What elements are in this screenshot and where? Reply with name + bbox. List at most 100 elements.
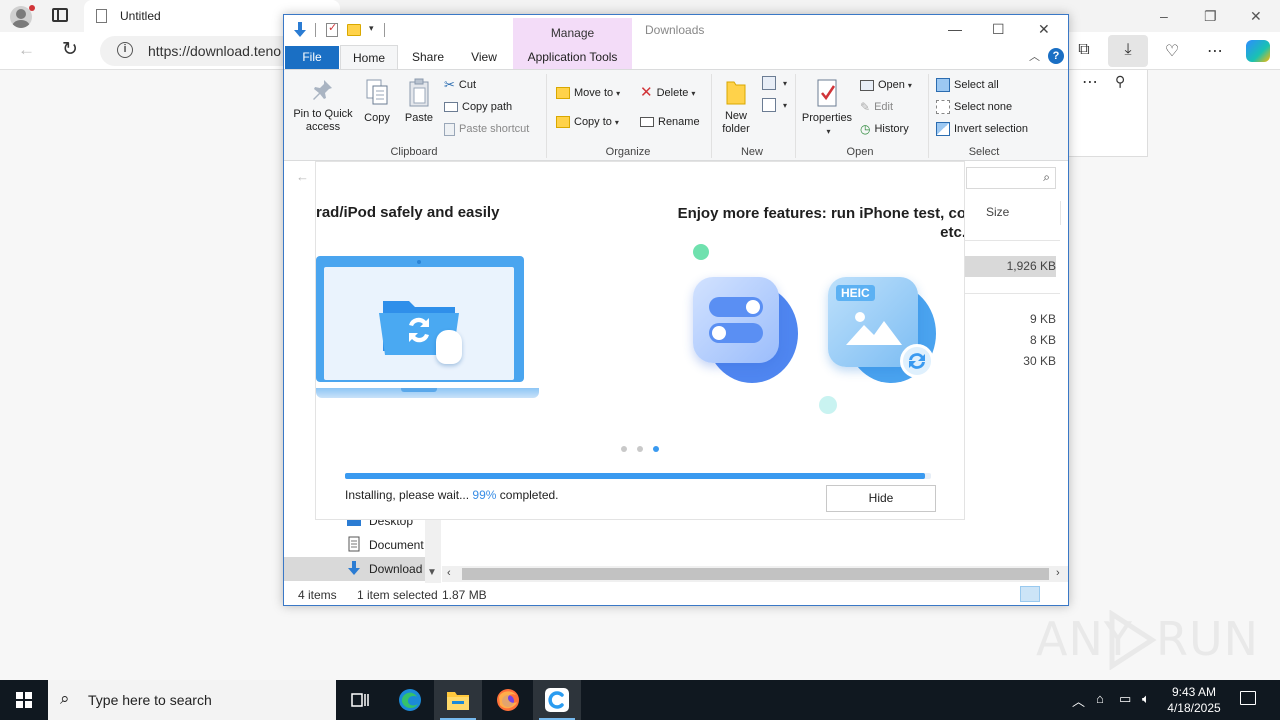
scroll-down-arrow-icon[interactable]: ▼ bbox=[427, 567, 437, 578]
pager-dot[interactable] bbox=[637, 446, 643, 452]
select-none-button[interactable]: Select none bbox=[936, 98, 1012, 116]
tab-home[interactable]: Home bbox=[340, 45, 398, 69]
select-all-button[interactable]: Select all bbox=[936, 76, 999, 94]
nav-item-downloads[interactable]: Download bbox=[369, 562, 422, 576]
notification-dot bbox=[29, 5, 35, 11]
copy-to-button[interactable]: Copy to ▾ bbox=[556, 113, 619, 131]
taskbar-firefox[interactable] bbox=[484, 680, 532, 720]
tab-actions-icon[interactable] bbox=[52, 8, 68, 22]
site-info-icon[interactable]: i bbox=[117, 42, 133, 58]
show-hidden-icons-chevron[interactable]: ︿ bbox=[1072, 691, 1085, 710]
scroll-thumb[interactable] bbox=[462, 568, 1049, 580]
scissors-icon: ✂ bbox=[444, 77, 455, 93]
ribbon-separator bbox=[546, 74, 547, 158]
manage-tab-group: Manage bbox=[513, 18, 632, 46]
downloads-panel: ⋯ ⚲ bbox=[1068, 70, 1148, 157]
invert-selection-button[interactable]: Invert selection bbox=[936, 120, 1028, 138]
large-icons-view-icon[interactable] bbox=[1043, 586, 1063, 602]
selection-status: 1 item selected bbox=[357, 588, 438, 602]
taskbar-clock[interactable]: 9:43 AM 4/18/2025 bbox=[1162, 684, 1226, 716]
tab-file[interactable]: File bbox=[285, 46, 339, 69]
copilot-icon[interactable] bbox=[1246, 40, 1270, 62]
collapse-ribbon-icon[interactable]: ︿ bbox=[1029, 48, 1040, 64]
copy-button[interactable]: Copy bbox=[360, 78, 394, 125]
browser-close-button[interactable]: ✕ bbox=[1250, 8, 1262, 25]
scroll-left-arrow-icon[interactable]: ‹ bbox=[447, 567, 451, 579]
horizontal-scrollbar[interactable]: ‹ › bbox=[442, 566, 1068, 582]
properties-quick-icon[interactable] bbox=[326, 21, 338, 37]
cut-button[interactable]: ✂ Cut bbox=[444, 76, 476, 94]
edit-button[interactable]: ✎ Edit bbox=[860, 98, 893, 116]
tab-application-tools[interactable]: Application Tools bbox=[513, 45, 632, 69]
move-to-button[interactable]: Move to ▾ bbox=[556, 84, 620, 102]
tab-view[interactable]: View bbox=[458, 45, 510, 69]
collections-icon[interactable]: ⧉ bbox=[1071, 41, 1097, 59]
ribbon: Pin to Quick access Copy Paste ✂ Cut Copy… bbox=[284, 69, 1068, 161]
explorer-back-arrow-icon[interactable]: ← bbox=[296, 169, 309, 184]
sync-arrows-icon bbox=[909, 353, 925, 369]
copy-path-icon bbox=[444, 102, 458, 113]
heic-sync-icon bbox=[900, 344, 934, 378]
taskbar-search-box[interactable]: ⌕ Type here to search bbox=[48, 680, 336, 720]
copy-path-button[interactable]: Copy path bbox=[444, 98, 512, 116]
explorer-maximize-button[interactable]: ☐ bbox=[992, 21, 1005, 38]
downloads-folder-icon bbox=[294, 22, 306, 37]
panel-more-icon[interactable]: ⋯ bbox=[1082, 72, 1098, 92]
explorer-titlebar: ▾ Manage Downloads — ☐ ✕ bbox=[284, 15, 1068, 46]
reload-icon[interactable]: ↻ bbox=[62, 38, 78, 61]
settings-toggle-icon bbox=[693, 277, 779, 363]
volume-icon[interactable]: 🔈︎ bbox=[1142, 691, 1150, 707]
windows-start-icon[interactable] bbox=[16, 692, 32, 708]
paste-button[interactable]: Paste bbox=[402, 78, 436, 125]
taskbar-edge[interactable] bbox=[386, 680, 434, 720]
pin-to-quick-access-button[interactable]: Pin to Quick access bbox=[290, 78, 356, 134]
rename-icon bbox=[640, 117, 654, 128]
installer-app-icon bbox=[545, 688, 569, 712]
pin-icon[interactable]: ⚲ bbox=[1115, 73, 1125, 90]
device-tray-icon[interactable]: ⌂ bbox=[1096, 691, 1104, 706]
taskbar-file-explorer[interactable] bbox=[434, 680, 482, 720]
paste-shortcut-button[interactable]: Paste shortcut bbox=[444, 120, 529, 138]
new-item-button[interactable]: ▾ bbox=[762, 74, 787, 92]
play-logo-icon bbox=[1109, 610, 1157, 670]
history-button[interactable]: ◷ History bbox=[860, 120, 909, 138]
pager-dot[interactable] bbox=[621, 446, 627, 452]
browser-restore-button[interactable]: ❐ bbox=[1204, 8, 1217, 25]
installer-logo-icon bbox=[548, 691, 564, 709]
browser-essentials-icon[interactable]: ♡ bbox=[1159, 41, 1185, 61]
pager-dot-active[interactable] bbox=[653, 446, 659, 452]
customize-quick-access-icon[interactable]: ▾ bbox=[369, 23, 374, 34]
move-to-icon bbox=[556, 87, 570, 100]
help-icon[interactable]: ? bbox=[1048, 48, 1064, 64]
task-view-button[interactable] bbox=[336, 680, 384, 720]
browser-minimize-button[interactable]: – bbox=[1160, 8, 1168, 24]
rename-button[interactable]: Rename bbox=[640, 113, 700, 131]
explorer-search-box[interactable]: ⌕ bbox=[966, 167, 1056, 189]
item-count: 4 items bbox=[298, 588, 337, 602]
paste-icon bbox=[409, 78, 429, 107]
column-header-size[interactable]: Size bbox=[981, 201, 1061, 225]
rename-label: Rename bbox=[658, 116, 700, 128]
open-button[interactable]: Open ▾ bbox=[860, 76, 912, 94]
network-icon[interactable]: ▭ bbox=[1119, 691, 1131, 707]
explorer-minimize-button[interactable]: — bbox=[948, 21, 962, 37]
more-options-icon[interactable]: ⋯ bbox=[1202, 41, 1228, 61]
scroll-right-arrow-icon[interactable]: › bbox=[1056, 567, 1060, 579]
page-icon bbox=[96, 9, 107, 23]
details-view-icon[interactable] bbox=[1020, 586, 1040, 602]
tab-share[interactable]: Share bbox=[402, 45, 454, 69]
properties-button[interactable]: Properties ▾ bbox=[800, 78, 854, 138]
notifications-icon[interactable] bbox=[1240, 691, 1256, 705]
new-folder-quick-icon[interactable] bbox=[347, 24, 361, 36]
delete-button[interactable]: ✕ Delete ▾ bbox=[640, 84, 695, 102]
back-arrow-icon[interactable]: ← bbox=[18, 40, 35, 60]
easy-access-button[interactable]: ▾ bbox=[762, 96, 787, 114]
address-bar[interactable]: i https://download.teno bbox=[100, 36, 300, 66]
hide-button[interactable]: Hide bbox=[826, 485, 936, 512]
taskbar-installer[interactable] bbox=[533, 680, 581, 720]
history-label: History bbox=[874, 123, 909, 135]
nav-item-documents[interactable]: Document bbox=[369, 538, 424, 552]
file-size: 1,926 KB bbox=[1006, 259, 1056, 273]
explorer-close-button[interactable]: ✕ bbox=[1038, 21, 1050, 38]
new-folder-button[interactable]: New folder bbox=[716, 78, 756, 136]
